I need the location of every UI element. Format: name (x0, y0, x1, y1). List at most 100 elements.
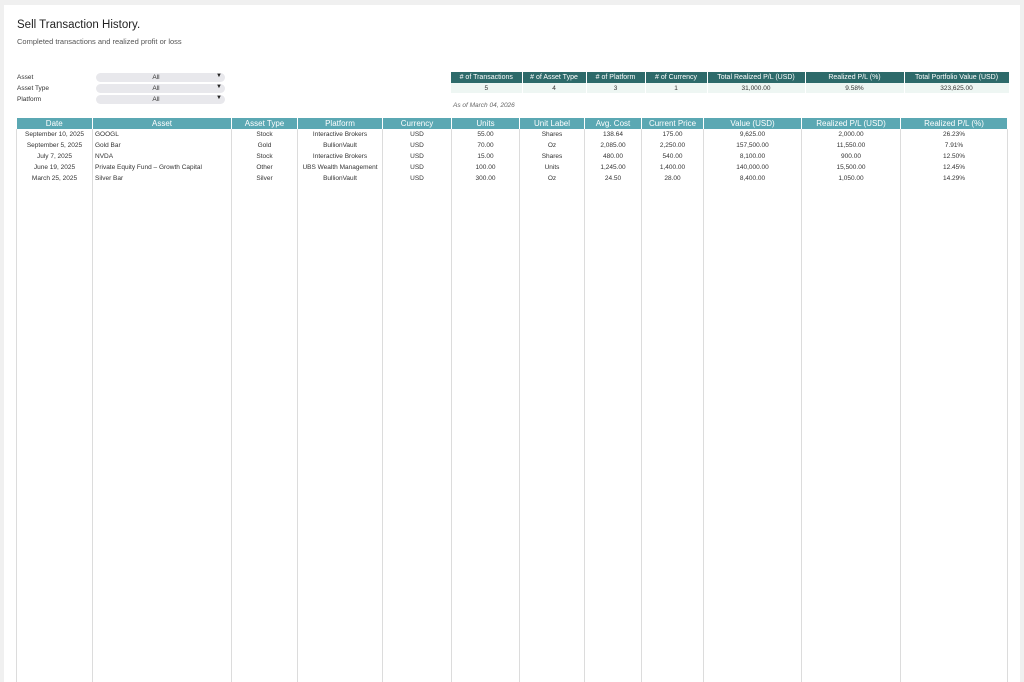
cell-unit-label: Shares (519, 151, 585, 162)
column-header[interactable]: Realized P/L (%) (900, 118, 1008, 129)
summary-header: # of Asset Type (522, 72, 587, 83)
column-header[interactable]: Asset Type (231, 118, 298, 129)
table-header-row: Date Asset Asset Type Platform Currency … (16, 118, 1008, 129)
filter-asset-type: Asset Type All ▼ (17, 84, 237, 95)
cell-current-price: 1,400.00 (641, 162, 704, 173)
table-row[interactable]: March 25, 2025 Silver Bar Silver Bullion… (16, 173, 1008, 184)
empty-cell (584, 184, 642, 682)
cell-currency: USD (382, 173, 452, 184)
empty-cell (451, 184, 520, 682)
asset-type-dropdown[interactable]: All ▼ (96, 84, 225, 93)
column-header[interactable]: Date (16, 118, 93, 129)
caret-down-icon: ▼ (216, 95, 222, 101)
cell-avg-cost: 480.00 (584, 151, 642, 162)
table-row[interactable]: September 10, 2025 GOOGL Stock Interacti… (16, 129, 1008, 140)
cell-current-price: 2,250.00 (641, 140, 704, 151)
empty-cell (519, 184, 585, 682)
column-header[interactable]: Current Price (641, 118, 704, 129)
cell-avg-cost: 2,085.00 (584, 140, 642, 151)
cell-date: March 25, 2025 (16, 173, 93, 184)
cell-value: 8,400.00 (703, 173, 802, 184)
column-header[interactable]: Currency (382, 118, 452, 129)
filter-platform: Platform All ▼ (17, 95, 237, 106)
empty-cell (801, 184, 901, 682)
cell-asset-type: Stock (231, 129, 298, 140)
cell-value: 140,000.00 (703, 162, 802, 173)
cell-asset: Silver Bar (92, 173, 232, 184)
cell-value: 157,500.00 (703, 140, 802, 151)
as-of-date: As of March 04, 2026 (453, 102, 515, 109)
cell-current-price: 540.00 (641, 151, 704, 162)
table-row[interactable]: June 19, 2025 Private Equity Fund – Grow… (16, 162, 1008, 173)
column-header[interactable]: Asset (92, 118, 232, 129)
cell-realized-pl: 11,550.00 (801, 140, 901, 151)
summary-header: Total Portfolio Value (USD) (904, 72, 1010, 83)
summary-value: 1 (645, 83, 708, 93)
table-row[interactable]: September 5, 2025 Gold Bar Gold BullionV… (16, 140, 1008, 151)
column-header[interactable]: Unit Label (519, 118, 585, 129)
cell-platform: BullionVault (297, 173, 383, 184)
cell-realized-pl-pct: 14.29% (900, 173, 1008, 184)
cell-current-price: 175.00 (641, 129, 704, 140)
cell-unit-label: Units (519, 162, 585, 173)
summary-header: # of Currency (645, 72, 708, 83)
caret-down-icon: ▼ (216, 84, 222, 90)
dropdown-value: All (152, 85, 160, 92)
summary-value: 31,000.00 (707, 83, 806, 93)
summary-value: 3 (586, 83, 646, 93)
empty-cell (16, 184, 93, 682)
summary-table: # of Transactions # of Asset Type # of P… (451, 72, 1010, 93)
cell-realized-pl-pct: 26.23% (900, 129, 1008, 140)
empty-cell (382, 184, 452, 682)
filter-label: Asset (17, 74, 34, 81)
cell-units: 15.00 (451, 151, 520, 162)
summary-value-row: 5 4 3 1 31,000.00 9.58% 323,625.00 (451, 83, 1010, 93)
empty-cell (900, 184, 1008, 682)
asset-dropdown[interactable]: All ▼ (96, 73, 225, 82)
filter-label: Platform (17, 96, 42, 103)
cell-asset-type: Gold (231, 140, 298, 151)
cell-avg-cost: 138.64 (584, 129, 642, 140)
cell-realized-pl: 900.00 (801, 151, 901, 162)
cell-asset: Private Equity Fund – Growth Capital (92, 162, 232, 173)
cell-date: July 7, 2025 (16, 151, 93, 162)
column-header[interactable]: Avg. Cost (584, 118, 642, 129)
cell-date: September 5, 2025 (16, 140, 93, 151)
platform-dropdown[interactable]: All ▼ (96, 95, 225, 104)
summary-value: 9.58% (805, 83, 905, 93)
cell-realized-pl-pct: 7.91% (900, 140, 1008, 151)
cell-avg-cost: 1,245.00 (584, 162, 642, 173)
cell-asset-type: Stock (231, 151, 298, 162)
cell-currency: USD (382, 129, 452, 140)
cell-unit-label: Oz (519, 140, 585, 151)
column-header[interactable]: Platform (297, 118, 383, 129)
filter-asset: Asset All ▼ (17, 73, 237, 84)
table-row[interactable]: July 7, 2025 NVDA Stock Interactive Brok… (16, 151, 1008, 162)
cell-units: 55.00 (451, 129, 520, 140)
empty-cell (231, 184, 298, 682)
cell-realized-pl: 1,050.00 (801, 173, 901, 184)
cell-realized-pl-pct: 12.50% (900, 151, 1008, 162)
column-header[interactable]: Value (USD) (703, 118, 802, 129)
cell-currency: USD (382, 151, 452, 162)
cell-platform: Interactive Brokers (297, 129, 383, 140)
column-header[interactable]: Realized P/L (USD) (801, 118, 901, 129)
cell-date: September 10, 2025 (16, 129, 93, 140)
cell-units: 300.00 (451, 173, 520, 184)
cell-current-price: 28.00 (641, 173, 704, 184)
cell-platform: BullionVault (297, 140, 383, 151)
cell-unit-label: Oz (519, 173, 585, 184)
summary-header: # of Transactions (451, 72, 523, 83)
cell-date: June 19, 2025 (16, 162, 93, 173)
summary-value: 5 (451, 83, 523, 93)
cell-realized-pl: 15,500.00 (801, 162, 901, 173)
empty-cell (703, 184, 802, 682)
cell-units: 100.00 (451, 162, 520, 173)
cell-asset-type: Other (231, 162, 298, 173)
cell-realized-pl: 2,000.00 (801, 129, 901, 140)
cell-value: 8,100.00 (703, 151, 802, 162)
column-header[interactable]: Units (451, 118, 520, 129)
table-filler-row (16, 184, 1008, 682)
empty-cell (92, 184, 232, 682)
cell-asset: Gold Bar (92, 140, 232, 151)
